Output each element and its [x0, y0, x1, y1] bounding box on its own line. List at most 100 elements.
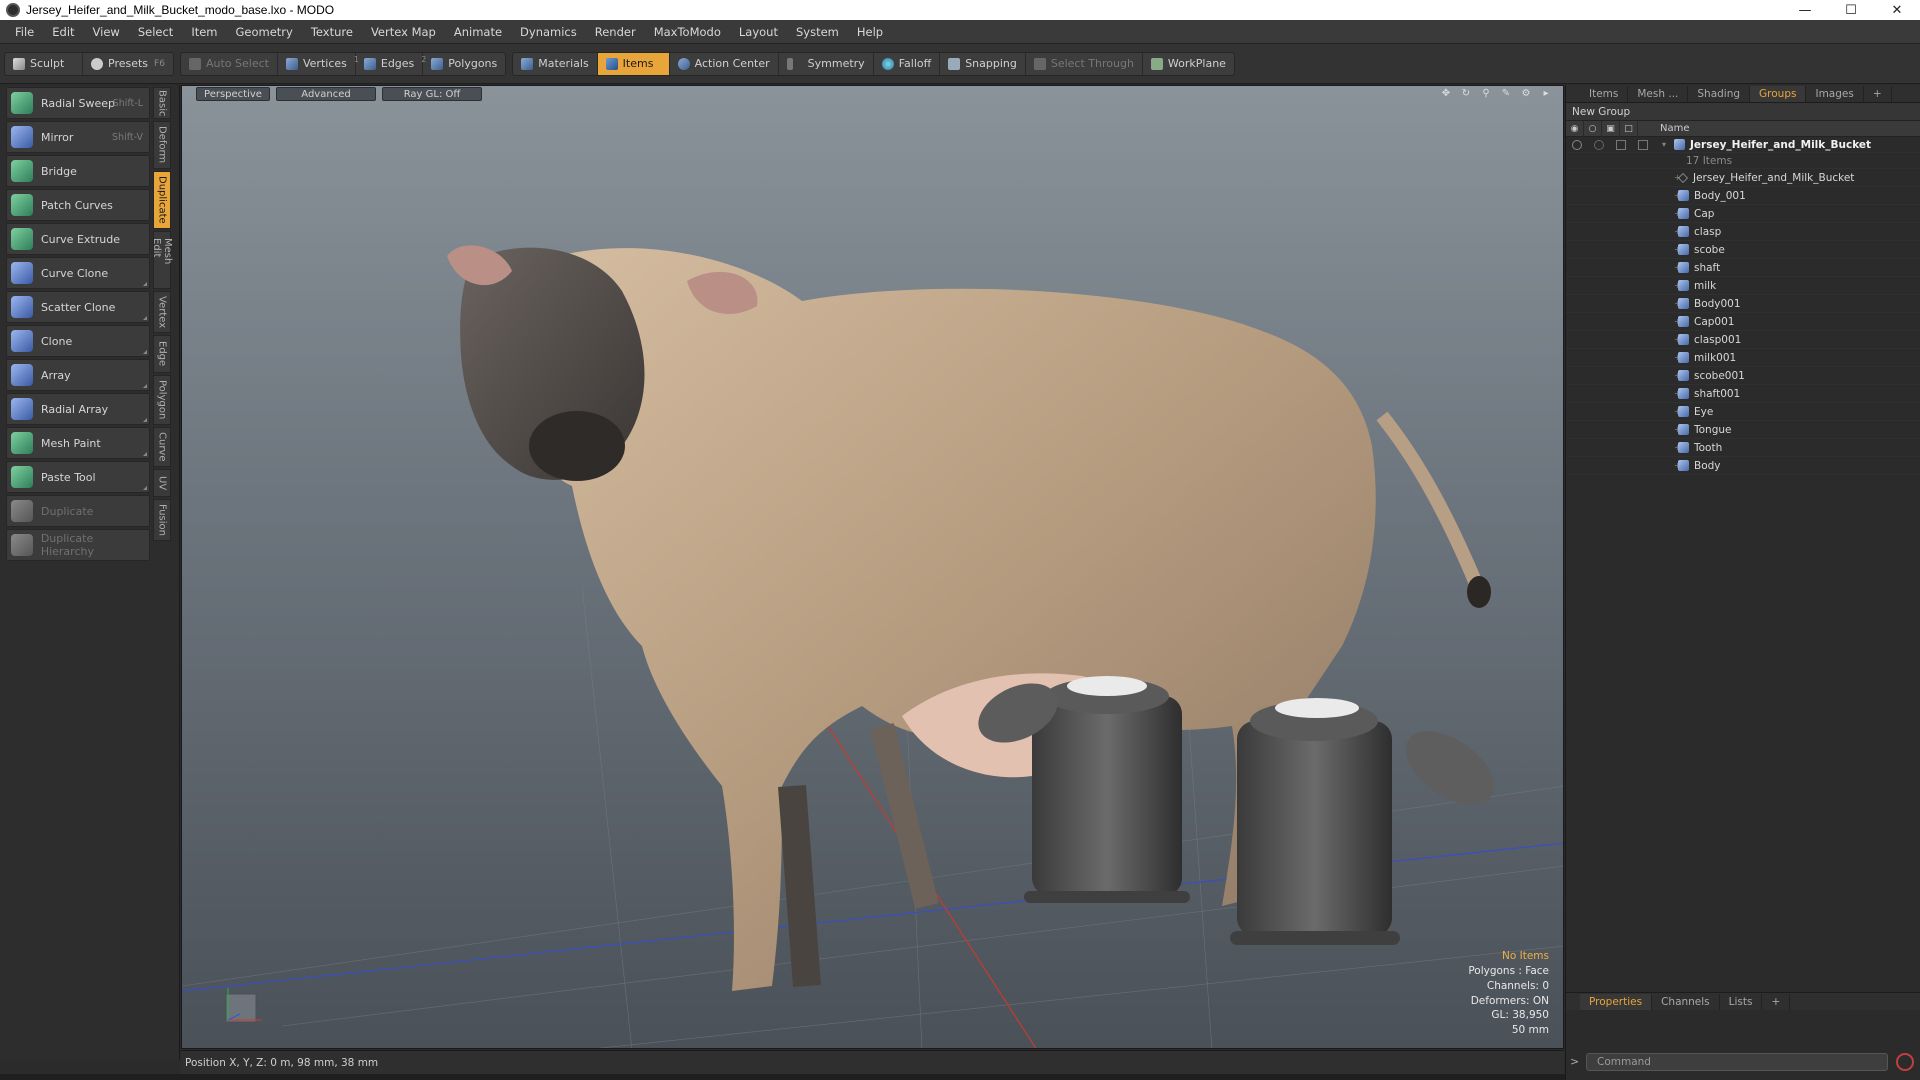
menu-geometry[interactable]: Geometry — [227, 20, 302, 44]
tab-curve[interactable]: Curve — [153, 427, 171, 467]
menu-item[interactable]: Item — [182, 20, 226, 44]
render-icon[interactable] — [1594, 139, 1604, 150]
tree-row-item[interactable]: +Cap001 — [1566, 313, 1920, 331]
tree-row-item[interactable]: +milk001 — [1566, 349, 1920, 367]
tool-radial-array[interactable]: Radial Array — [6, 393, 150, 425]
tool-mirror[interactable]: Mirror Shift-V — [6, 121, 150, 153]
maximize-button[interactable]: ☐ — [1828, 0, 1874, 20]
add-tab-icon[interactable]: + — [1762, 993, 1791, 1010]
tree-row-item[interactable]: +shaft — [1566, 259, 1920, 277]
tree-row-item[interactable]: +clasp — [1566, 223, 1920, 241]
add-tab-icon[interactable]: + — [1864, 85, 1892, 102]
workplane-button[interactable]: WorkPlane — [1143, 53, 1234, 75]
tab-items[interactable]: Items — [1580, 85, 1629, 102]
tree-row-item[interactable]: +Tongue — [1566, 421, 1920, 439]
menu-edit[interactable]: Edit — [43, 20, 83, 44]
record-icon[interactable] — [1896, 1053, 1914, 1071]
lock-column-icon[interactable]: ▣ — [1602, 120, 1620, 137]
select-through-button[interactable]: Select Through — [1026, 52, 1143, 75]
tool-bridge[interactable]: Bridge — [6, 155, 150, 187]
tab-mesh[interactable]: Mesh ... — [1628, 85, 1689, 102]
tab-properties[interactable]: Properties — [1580, 993, 1653, 1010]
lock-icon[interactable] — [1616, 139, 1626, 150]
tree-row-item[interactable]: +Body — [1566, 457, 1920, 475]
zoom-icon[interactable]: ⚲ — [1479, 88, 1493, 100]
collapse-icon[interactable]: ▾ — [1662, 140, 1670, 149]
falloff-button[interactable]: Falloff — [874, 52, 941, 75]
menu-render[interactable]: Render — [586, 20, 645, 44]
pan-icon[interactable]: ✥ — [1439, 88, 1453, 100]
tool-clone[interactable]: Clone — [6, 325, 150, 357]
viewport-tab-perspective[interactable]: Perspective — [196, 87, 270, 101]
tool-patch-curves[interactable]: Patch Curves — [6, 189, 150, 221]
tool-paste[interactable]: Paste Tool — [6, 461, 150, 493]
expand-icon[interactable]: ▸ — [1539, 88, 1553, 100]
tab-channels[interactable]: Channels — [1652, 993, 1720, 1010]
auto-select-button[interactable]: Auto Select — [181, 52, 278, 75]
vertices-button[interactable]: Vertices 1 — [278, 52, 359, 75]
tab-lists[interactable]: Lists — [1720, 993, 1763, 1010]
close-button[interactable]: ✕ — [1874, 0, 1920, 20]
tree-row-item[interactable]: +shaft001 — [1566, 385, 1920, 403]
tree-row-item[interactable]: +scobe — [1566, 241, 1920, 259]
eye-icon[interactable] — [1572, 139, 1582, 150]
menu-help[interactable]: Help — [848, 20, 892, 44]
settings-icon[interactable]: ⚙ — [1519, 88, 1533, 100]
tool-scatter-clone[interactable]: Scatter Clone — [6, 291, 150, 323]
tree-row-item[interactable]: + Jersey_Heifer_and_Milk_Bucket — [1566, 169, 1920, 187]
snapping-button[interactable]: Snapping — [940, 52, 1026, 75]
menu-layout[interactable]: Layout — [730, 20, 787, 44]
tool-array[interactable]: Array — [6, 359, 150, 391]
tab-basic[interactable]: Basic — [153, 87, 171, 119]
polygons-button[interactable]: Polygons — [423, 53, 505, 75]
menu-animate[interactable]: Animate — [445, 20, 511, 44]
minimize-button[interactable]: — — [1782, 0, 1828, 20]
menu-dynamics[interactable]: Dynamics — [511, 20, 586, 44]
tree-row-item[interactable]: +Body001 — [1566, 295, 1920, 313]
tool-radial-sweep[interactable]: Radial Sweep Shift-L — [6, 87, 150, 119]
menu-texture[interactable]: Texture — [302, 20, 362, 44]
tab-shading[interactable]: Shading — [1688, 85, 1751, 102]
3d-viewport[interactable]: Perspective Advanced Ray GL: Off ✥ ↻ ⚲ ✎… — [181, 85, 1564, 1049]
tab-fusion[interactable]: Fusion — [153, 499, 171, 541]
viewport-tab-advanced[interactable]: Advanced — [276, 87, 376, 101]
tab-duplicate[interactable]: Duplicate — [153, 171, 171, 229]
tool-curve-clone[interactable]: Curve Clone — [6, 257, 150, 289]
menu-view[interactable]: View — [84, 20, 129, 44]
menu-system[interactable]: System — [787, 20, 848, 44]
sculpt-button[interactable]: Sculpt — [5, 52, 83, 75]
menu-vertex-map[interactable]: Vertex Map — [362, 20, 445, 44]
tab-vertex[interactable]: Vertex — [153, 291, 171, 333]
viewport-tab-raygl[interactable]: Ray GL: Off — [382, 87, 482, 101]
symmetry-button[interactable]: Symmetry — [779, 52, 874, 75]
fit-icon[interactable]: ✎ — [1499, 88, 1513, 100]
tab-edge[interactable]: Edge — [153, 335, 171, 373]
edges-button[interactable]: Edges 2 — [356, 52, 426, 75]
tab-polygon[interactable]: Polygon — [153, 375, 171, 425]
menu-file[interactable]: File — [6, 20, 43, 44]
new-group-button[interactable]: New Group — [1566, 103, 1920, 121]
tab-uv[interactable]: UV — [153, 469, 171, 497]
tool-duplicate[interactable]: Duplicate — [6, 495, 150, 527]
tree-row-item[interactable]: +Cap — [1566, 205, 1920, 223]
tree-row-item[interactable]: +Body_001 — [1566, 187, 1920, 205]
tool-curve-extrude[interactable]: Curve Extrude — [6, 223, 150, 255]
checkbox-icon[interactable] — [1638, 139, 1648, 150]
menu-select[interactable]: Select — [129, 20, 182, 44]
presets-button[interactable]: Presets F6 — [83, 53, 173, 75]
tree-row-item[interactable]: +Eye — [1566, 403, 1920, 421]
command-input[interactable]: Command — [1586, 1053, 1888, 1071]
render-column-icon[interactable]: ○ — [1584, 120, 1602, 137]
tree-row-item[interactable]: +scobe001 — [1566, 367, 1920, 385]
items-button[interactable]: Items — [597, 52, 670, 75]
tab-groups[interactable]: Groups — [1750, 85, 1807, 102]
tree-row-item[interactable]: +Tooth — [1566, 439, 1920, 457]
materials-button[interactable]: Materials — [513, 52, 598, 75]
menu-maxtomodo[interactable]: MaxToModo — [645, 20, 730, 44]
rotate-icon[interactable]: ↻ — [1459, 88, 1473, 100]
tree-row-item[interactable]: +clasp001 — [1566, 331, 1920, 349]
select-column-icon[interactable]: □ — [1620, 120, 1638, 137]
visibility-column-icon[interactable]: ◉ — [1566, 120, 1584, 137]
tab-images[interactable]: Images — [1806, 85, 1864, 102]
tool-duplicate-hierarchy[interactable]: Duplicate Hierarchy — [6, 529, 150, 561]
